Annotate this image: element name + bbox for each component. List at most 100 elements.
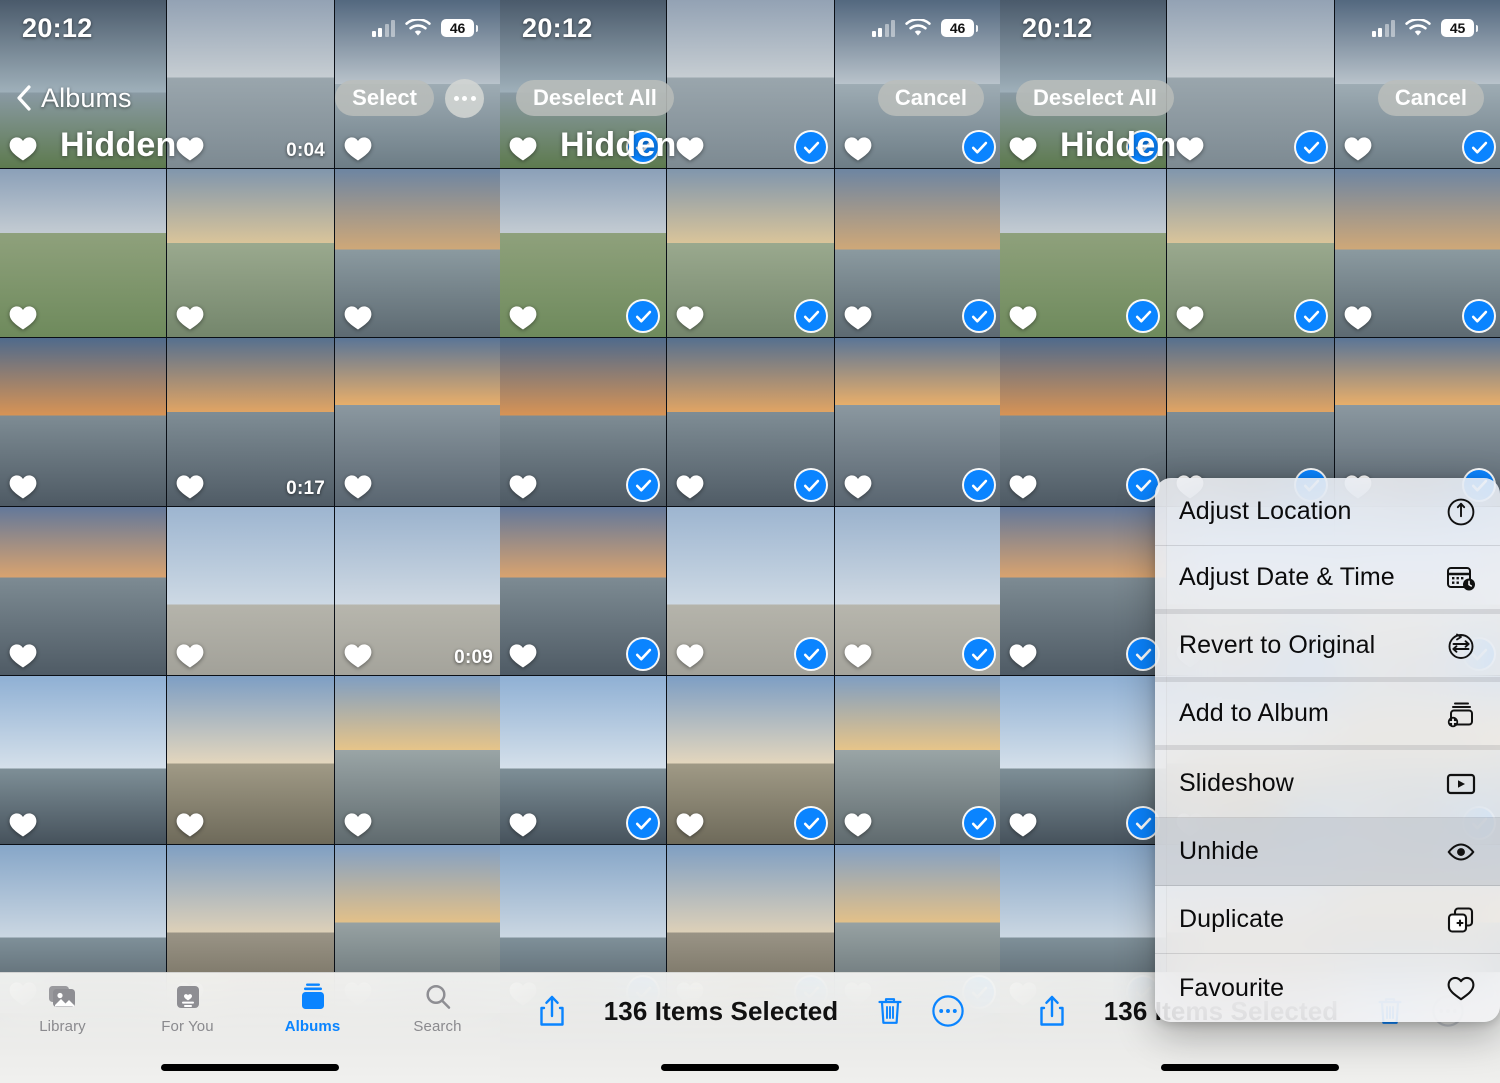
- heart-icon: [175, 473, 205, 500]
- heart-outline-icon: [1446, 973, 1476, 1003]
- selection-check-icon[interactable]: [796, 639, 826, 669]
- cancel-button[interactable]: Cancel: [877, 80, 984, 116]
- photo-cell[interactable]: [1167, 169, 1334, 337]
- back-button-albums[interactable]: Albums: [16, 83, 132, 114]
- more-options-button[interactable]: [445, 78, 484, 118]
- photo-cell[interactable]: [335, 338, 500, 506]
- selection-check-icon[interactable]: [796, 808, 826, 838]
- selection-check-icon[interactable]: [1128, 808, 1158, 838]
- photo-cell[interactable]: [500, 507, 666, 675]
- photo-cell[interactable]: [500, 676, 666, 844]
- selection-check-icon[interactable]: [964, 301, 994, 331]
- tab-library-label: Library: [39, 1018, 86, 1035]
- photo-cell[interactable]: [667, 676, 834, 844]
- context-menu-item-label: Duplicate: [1179, 905, 1285, 933]
- context-menu-item-slideshow[interactable]: Slideshow: [1155, 750, 1500, 818]
- selection-check-icon[interactable]: [1464, 301, 1494, 331]
- heart-icon: [675, 304, 705, 331]
- selected-count-label: 136 Items Selected: [603, 995, 839, 1026]
- tab-library[interactable]: Library: [0, 981, 125, 1035]
- nav-bar-2: Deselect All Cancel: [500, 72, 1000, 124]
- photo-cell[interactable]: [0, 676, 166, 844]
- photo-cell[interactable]: [835, 507, 1000, 675]
- search-icon: [423, 981, 453, 1013]
- context-menu-item-adjust-location[interactable]: Adjust Location: [1155, 478, 1500, 546]
- photo-cell[interactable]: [500, 169, 666, 337]
- context-menu-item-label: Adjust Date & Time: [1179, 563, 1395, 591]
- selection-check-icon[interactable]: [1128, 301, 1158, 331]
- photo-cell[interactable]: [667, 338, 834, 506]
- heart-icon: [675, 811, 705, 838]
- heart-icon: [843, 642, 873, 669]
- photo-cell[interactable]: [0, 338, 166, 506]
- heart-icon: [1008, 304, 1038, 331]
- photo-cell[interactable]: [667, 169, 834, 337]
- context-menu-item-adjust-date-time[interactable]: Adjust Date & Time: [1155, 546, 1500, 614]
- selection-check-icon[interactable]: [1296, 301, 1326, 331]
- select-button[interactable]: Select: [335, 80, 434, 116]
- selection-check-icon[interactable]: [796, 470, 826, 500]
- photo-cell[interactable]: [667, 507, 834, 675]
- heart-icon: [508, 473, 538, 500]
- context-menu-item-unhide[interactable]: Unhide: [1155, 818, 1500, 886]
- ellipsis-icon: [453, 95, 476, 101]
- cancel-button[interactable]: Cancel: [1377, 80, 1484, 116]
- selection-check-icon[interactable]: [964, 470, 994, 500]
- heart-icon: [675, 642, 705, 669]
- album-title-1: Hidden: [60, 126, 177, 164]
- photo-cell[interactable]: [335, 169, 500, 337]
- selection-check-icon[interactable]: [1128, 470, 1158, 500]
- add-to-album-icon: [1446, 699, 1476, 729]
- photo-cell[interactable]: [167, 169, 334, 337]
- photo-cell[interactable]: [1000, 338, 1166, 506]
- selection-check-icon[interactable]: [628, 470, 658, 500]
- heart-icon: [508, 304, 538, 331]
- photo-cell[interactable]: [1000, 676, 1166, 844]
- photo-cell[interactable]: [335, 676, 500, 844]
- heart-icon: [843, 473, 873, 500]
- trash-icon[interactable]: [868, 989, 912, 1033]
- home-indicator-1: [161, 1064, 339, 1071]
- photo-cell[interactable]: [500, 338, 666, 506]
- selection-check-icon[interactable]: [964, 808, 994, 838]
- photo-cell[interactable]: [835, 169, 1000, 337]
- selection-check-icon[interactable]: [796, 301, 826, 331]
- home-indicator-3: [1161, 1064, 1339, 1071]
- selection-check-icon[interactable]: [628, 639, 658, 669]
- more-circle-icon[interactable]: [926, 989, 970, 1033]
- photo-cell[interactable]: [1000, 507, 1166, 675]
- tab-albums[interactable]: Albums: [250, 981, 375, 1035]
- context-menu-item-revert-to-original[interactable]: Revert to Original: [1155, 614, 1500, 682]
- share-icon[interactable]: [1030, 989, 1074, 1033]
- context-menu-item-label: Add to Album: [1179, 699, 1329, 727]
- panel-browse: 0:04 0:17 0:09 20:12 46 Albums Select Hi…: [0, 0, 500, 1083]
- heart-icon: [508, 642, 538, 669]
- tab-search[interactable]: Search: [375, 981, 500, 1035]
- photo-cell[interactable]: [167, 676, 334, 844]
- photo-cell[interactable]: 0:17: [167, 338, 334, 506]
- photo-cell[interactable]: [835, 338, 1000, 506]
- selection-check-icon[interactable]: [964, 639, 994, 669]
- deselect-all-button[interactable]: Deselect All: [1016, 80, 1174, 116]
- selection-toolbar-row: 136 Items Selected: [500, 973, 1000, 1049]
- heart-icon: [1008, 642, 1038, 669]
- photo-cell[interactable]: [0, 169, 166, 337]
- selection-check-icon[interactable]: [628, 301, 658, 331]
- context-menu-item-add-to-album[interactable]: Add to Album: [1155, 682, 1500, 750]
- selection-check-icon[interactable]: [1128, 639, 1158, 669]
- tab-for-you[interactable]: For You: [125, 981, 250, 1035]
- heart-icon: [343, 304, 373, 331]
- photo-cell[interactable]: [1000, 169, 1166, 337]
- tab-list: Library For You Albums Search: [0, 973, 500, 1053]
- photo-cell[interactable]: [1335, 169, 1500, 337]
- context-menu-item-favourite[interactable]: Favourite: [1155, 954, 1500, 1022]
- photo-cell[interactable]: [835, 676, 1000, 844]
- photo-cell[interactable]: 0:09: [335, 507, 500, 675]
- context-menu-item-duplicate[interactable]: Duplicate: [1155, 886, 1500, 954]
- share-icon[interactable]: [530, 989, 574, 1033]
- video-duration-label: 0:17: [286, 478, 325, 499]
- photo-cell[interactable]: [0, 507, 166, 675]
- photo-cell[interactable]: [167, 507, 334, 675]
- deselect-all-button[interactable]: Deselect All: [516, 80, 674, 116]
- selection-check-icon[interactable]: [628, 808, 658, 838]
